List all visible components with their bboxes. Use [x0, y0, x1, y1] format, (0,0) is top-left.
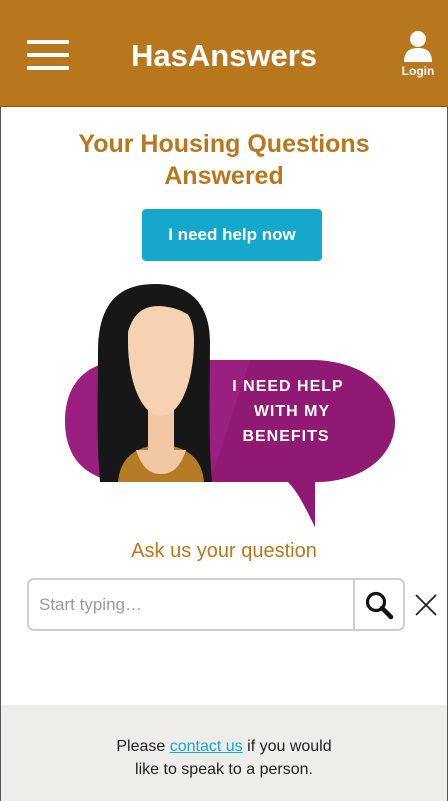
user-icon — [404, 31, 432, 62]
bubble-line-1: I NEED HELP — [232, 378, 343, 395]
login-button[interactable]: Login — [392, 30, 444, 85]
bubble-line-2: WITH MY — [254, 403, 330, 420]
login-label: Login — [401, 64, 435, 78]
app-header: HasAnswers Login — [0, 0, 448, 107]
bubble-line-3: BENEFITS — [242, 428, 329, 445]
search-box — [27, 578, 405, 631]
search-button[interactable] — [353, 580, 403, 629]
footer-line-2: like to speak to a person. — [135, 761, 313, 778]
woman-speech-bubble-illustration: I NEED HELP WITH MY BENEFITS — [65, 284, 395, 527]
headline-line-1: Your Housing Questions — [78, 130, 370, 158]
page-headline: Your Housing Questions Answered — [20, 128, 428, 192]
help-now-button[interactable]: I need help now — [142, 209, 322, 261]
footer-text-before: Please — [116, 738, 170, 755]
search-icon — [365, 591, 394, 619]
footer-text-after: if you would — [242, 738, 332, 755]
menu-icon[interactable] — [27, 40, 69, 70]
ask-question-label: Ask us your question — [131, 540, 317, 562]
contact-footer: Please contact us if you would like to s… — [1, 705, 447, 801]
headline-line-2: Answered — [164, 162, 284, 190]
search-input[interactable] — [29, 580, 353, 629]
footer-line-1: Please contact us if you would — [1, 735, 447, 758]
contact-us-link[interactable]: contact us — [170, 738, 243, 755]
close-icon[interactable] — [413, 592, 439, 618]
